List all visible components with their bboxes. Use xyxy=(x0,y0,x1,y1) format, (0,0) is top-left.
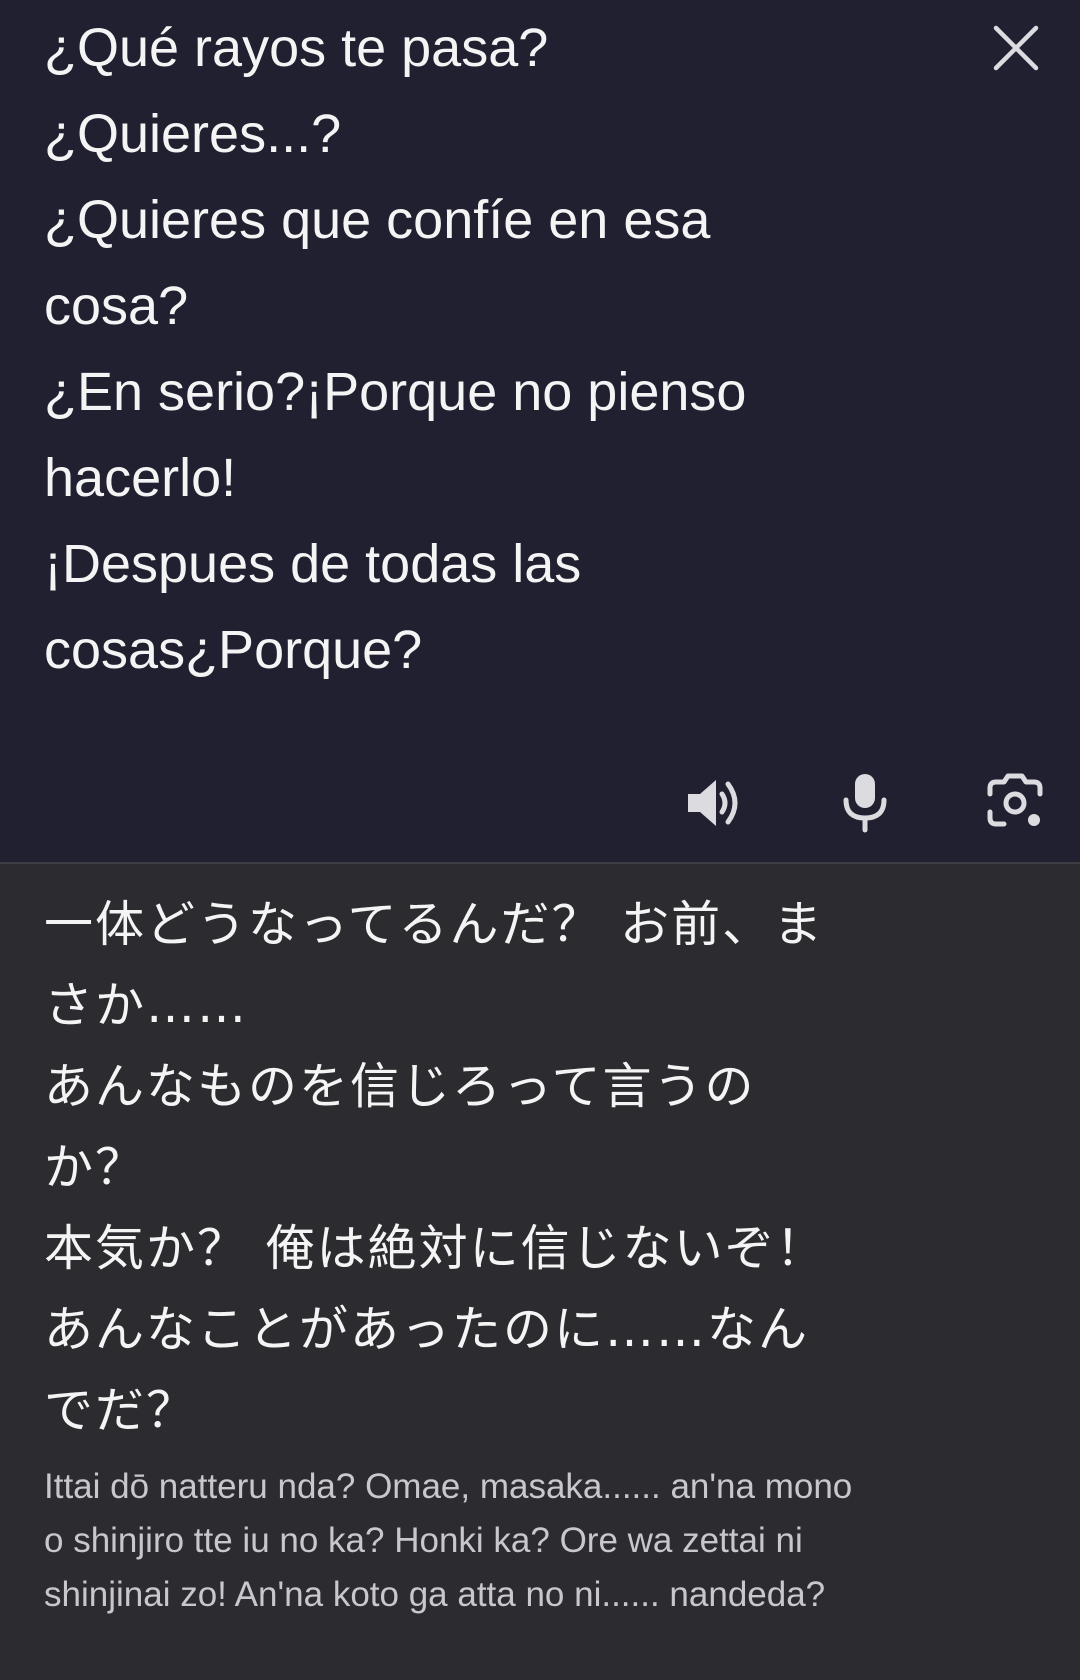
camera-translate-button[interactable] xyxy=(982,770,1048,836)
source-panel: ¿Qué rayos te pasa? ¿Quieres...? ¿Quieres … xyxy=(0,0,1080,862)
close-icon xyxy=(993,25,1039,71)
translation-text-line: 一体どうなってるんだ？ お前、ま xyxy=(44,896,825,953)
transliteration-line: shinjinai zo! An'na koto ga atta no ni..… xyxy=(44,1575,826,1614)
translation-text-line: か？ xyxy=(44,1139,147,1196)
speaker-icon xyxy=(688,780,738,826)
close-button[interactable] xyxy=(990,22,1042,74)
camera-lens-icon xyxy=(987,773,1043,827)
translation-text-line: さか…… xyxy=(44,977,249,1034)
microphone-icon xyxy=(843,774,887,833)
transliteration-text: Ittai dō natteru nda? Omae, masaka......… xyxy=(44,1460,1034,1622)
translation-text-line: 本気か？ 俺は絶対に信じないぞ！ xyxy=(44,1220,827,1277)
translation-text-line: でだ？ xyxy=(44,1382,198,1439)
source-text-line: hacerlo! xyxy=(44,448,237,508)
translation-text-line: あんなものを信じろって言うの xyxy=(44,1058,756,1115)
source-text-line: ¿Quieres...? xyxy=(44,104,342,164)
translation-text-line: あんなことがあったのに……なん xyxy=(44,1301,810,1358)
source-text-line: cosas¿Porque? xyxy=(44,620,423,680)
listen-button[interactable] xyxy=(682,770,748,836)
translation-panel: 一体どうなってるんだ？ お前、ま さか…… あんなものを信じろって言うの か？ 本気か？… xyxy=(0,864,1080,1680)
translate-app: ¿Qué rayos te pasa? ¿Quieres...? ¿Quieres … xyxy=(0,0,1080,1680)
transliteration-line: o shinjiro tte iu no ka? Honki ka? Ore w… xyxy=(44,1521,803,1560)
source-text-line: cosa? xyxy=(44,276,189,336)
source-text-line: ¡Despues de todas las xyxy=(44,534,582,594)
transliteration-line: Ittai dō natteru nda? Omae, masaka......… xyxy=(44,1467,853,1506)
source-text-line: ¿Qué rayos te pasa? xyxy=(44,18,549,78)
translation-text[interactable]: 一体どうなってるんだ？ お前、ま さか…… あんなものを信じろって言うの か？ 本気か？… xyxy=(44,884,1024,1451)
source-text-line: ¿Quieres que confíe en esa xyxy=(44,190,711,250)
voice-input-button[interactable] xyxy=(832,770,898,836)
source-text-line: ¿En serio?¡Porque no pienso xyxy=(44,362,747,422)
source-text[interactable]: ¿Qué rayos te pasa? ¿Quieres...? ¿Quieres … xyxy=(44,5,974,693)
